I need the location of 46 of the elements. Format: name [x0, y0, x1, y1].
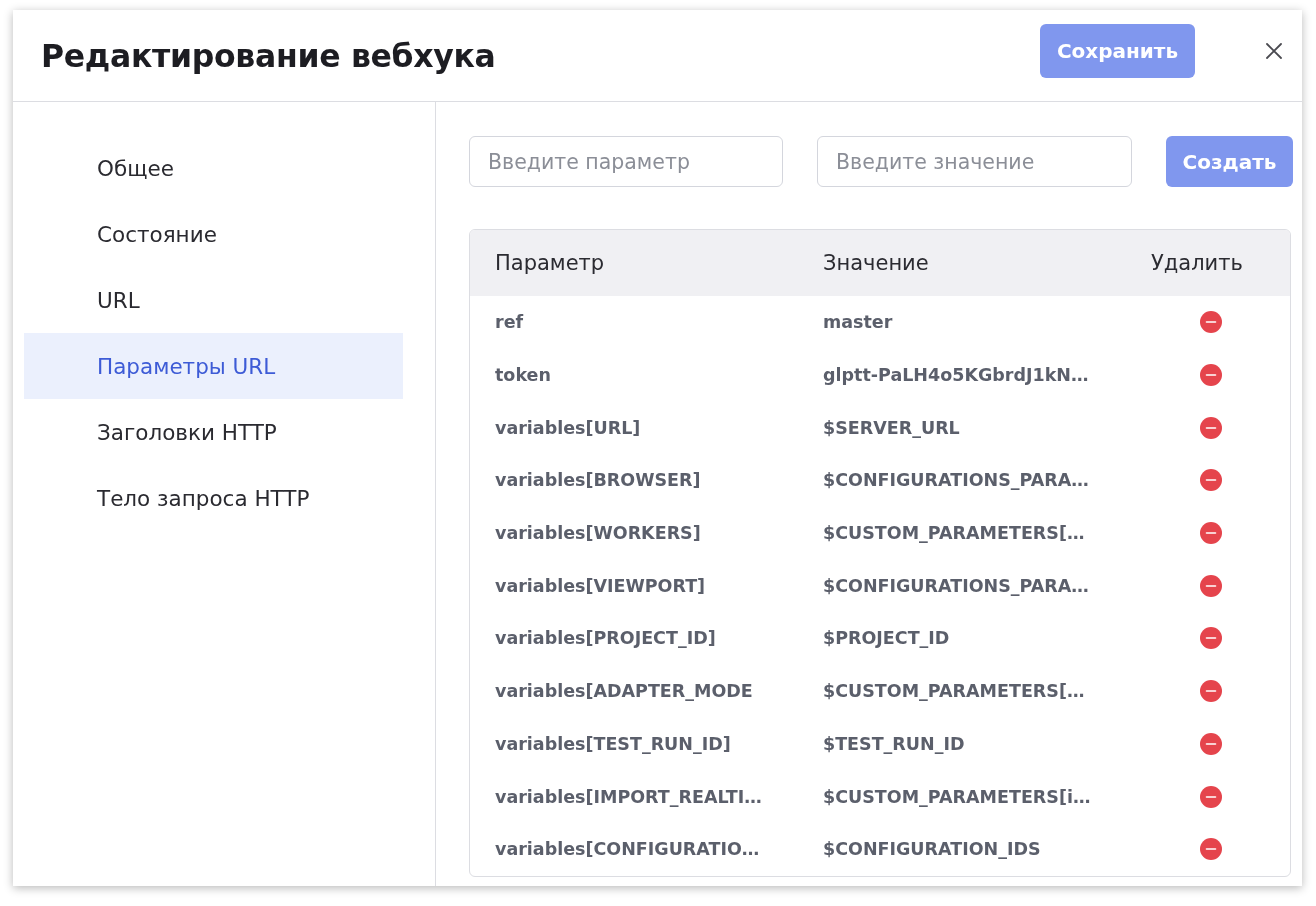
value-cell: $CUSTOM_PARAMETERS[… [823, 523, 1085, 544]
parameter-cell: variables[WORKERS] [495, 523, 701, 544]
parameter-cell: variables[ADAPTER_MODE [495, 681, 753, 702]
value-field[interactable]: Введите значение [817, 136, 1132, 187]
minus-circle-icon[interactable] [1200, 574, 1222, 597]
value-cell: $TEST_RUN_ID [823, 733, 965, 754]
minus-circle-icon[interactable] [1200, 364, 1222, 387]
dialog-title: Редактирование вебхука [41, 37, 497, 74]
value-cell: $CUSTOM_PARAMETERS[… [823, 681, 1085, 702]
value-cell: glptt-PaLH4o5KGbrdJ1kN… [823, 365, 1089, 386]
parameter-field[interactable]: Введите параметр [469, 136, 783, 187]
value-cell: master [823, 312, 893, 333]
value-cell: $CUSTOM_PARAMETERS[i… [823, 786, 1091, 807]
minus-circle-icon[interactable] [1200, 469, 1222, 492]
sidebar-item[interactable]: Заголовки HTTP [24, 399, 403, 465]
value-cell: $PROJECT_ID [823, 628, 950, 649]
minus-circle-icon[interactable] [1200, 732, 1222, 755]
column-header: Удалить [1151, 251, 1243, 275]
close-icon[interactable] [1266, 42, 1282, 59]
sidebar-item[interactable]: Состояние [24, 201, 403, 267]
sidebar-item[interactable]: Тело запроса HTTP [24, 465, 403, 531]
parameter-cell: variables[IMPORT_REALTI… [495, 786, 762, 807]
minus-circle-icon[interactable] [1200, 522, 1222, 545]
minus-circle-icon[interactable] [1200, 785, 1222, 808]
value-cell: $CONFIGURATION_IDS [823, 839, 1041, 860]
value-cell: $SERVER_URL [823, 417, 960, 438]
column-header: Значение [823, 251, 929, 275]
column-header: Параметр [495, 251, 605, 275]
sidebar-item[interactable]: Параметры URL [24, 333, 403, 399]
parameter-cell: variables[URL] [495, 417, 641, 438]
minus-circle-icon[interactable] [1200, 416, 1222, 439]
parameter-cell: variables[PROJECT_ID] [495, 628, 716, 649]
parameter-cell: variables[BROWSER] [495, 470, 701, 491]
parameter-cell: variables[VIEWPORT] [495, 575, 706, 596]
parameter-cell: ref [495, 312, 524, 333]
minus-circle-icon[interactable] [1200, 627, 1222, 650]
sidebar-item[interactable]: Общее [24, 135, 403, 201]
parameter-cell: variables[CONFIGURATIO… [495, 839, 760, 860]
sidebar-item[interactable]: URL [24, 267, 403, 333]
parameter-cell: token [495, 365, 551, 386]
minus-circle-icon[interactable] [1200, 311, 1222, 334]
minus-circle-icon[interactable] [1200, 680, 1222, 703]
minus-circle-icon[interactable] [1200, 838, 1222, 861]
parameter-cell: variables[TEST_RUN_ID] [495, 733, 731, 754]
value-cell: $CONFIGURATIONS_PARA… [823, 575, 1089, 596]
value-cell: $CONFIGURATIONS_PARA… [823, 470, 1089, 491]
